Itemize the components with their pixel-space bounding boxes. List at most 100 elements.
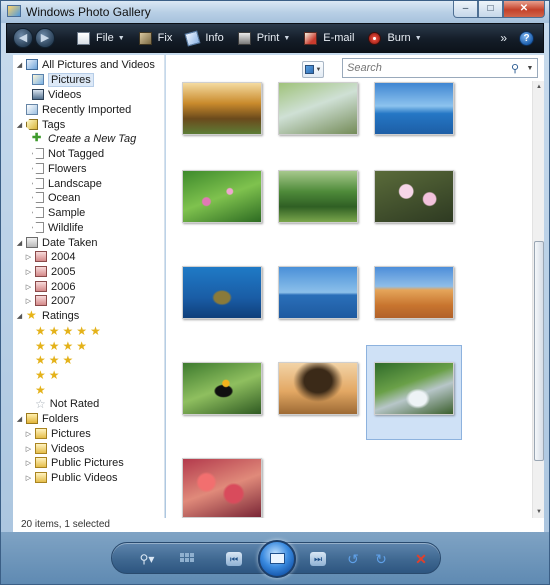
tree-recently-imported[interactable]: Recently Imported xyxy=(26,102,131,117)
tree-folder-pictures[interactable]: ▷ Pictures xyxy=(24,426,91,441)
tree-rating-5-stars[interactable]: ★ ★ ★ ★ ★ xyxy=(35,323,104,338)
info-button[interactable]: Info xyxy=(184,30,224,46)
thumbnail-red-coral-plant[interactable] xyxy=(182,458,262,518)
expand-arrow-icon[interactable]: ▷ xyxy=(24,430,33,438)
next-button[interactable]: ⏭ xyxy=(310,552,326,566)
thumbnail-autumn-landscape[interactable] xyxy=(182,82,262,135)
tree-videos[interactable]: Videos xyxy=(32,87,81,102)
thumbnail-tree-sunset[interactable] xyxy=(278,362,358,415)
tree-pictures[interactable]: Pictures xyxy=(32,72,94,87)
new-tag-icon: ✚ xyxy=(32,131,42,144)
info-icon xyxy=(184,30,201,46)
delete-icon[interactable]: ✕ xyxy=(412,551,430,567)
tree-tag-sample[interactable]: Sample xyxy=(32,205,85,220)
expand-arrow-icon[interactable]: ▷ xyxy=(24,459,33,467)
collapse-arrow-icon[interactable]: ◢ xyxy=(15,61,24,69)
search-input[interactable] xyxy=(343,59,507,77)
back-arrow-icon[interactable]: ◀ xyxy=(13,28,33,48)
thumbnail-sea-turtle[interactable] xyxy=(182,266,262,319)
collapse-arrow-icon[interactable]: ◢ xyxy=(15,121,24,129)
tree-label: 2004 xyxy=(51,250,76,263)
thumbnail-pane: ▼ ⚲ ▼ ▲ ▼ xyxy=(166,55,544,518)
file-menu-button[interactable]: File ▼ xyxy=(77,31,125,45)
close-button[interactable]: ✕ xyxy=(503,1,545,18)
tree-folder-public-pictures[interactable]: ▷ Public Pictures xyxy=(24,455,124,470)
collapse-arrow-icon[interactable]: ◢ xyxy=(15,239,24,247)
thumbnail-whale-tail[interactable] xyxy=(278,266,358,319)
tree-date-taken[interactable]: ◢ Date Taken xyxy=(15,235,98,250)
maximize-button[interactable]: □ xyxy=(478,1,503,18)
collapse-arrow-icon[interactable]: ◢ xyxy=(15,415,24,423)
tree-label: Landscape xyxy=(48,177,102,190)
star-icon: ★ xyxy=(48,338,60,353)
tree-ratings[interactable]: ◢ ★ Ratings xyxy=(15,308,80,323)
expand-arrow-icon[interactable]: ▷ xyxy=(24,445,33,453)
scroll-up-arrow-icon[interactable]: ▲ xyxy=(534,82,544,92)
vertical-scrollbar[interactable]: ▲ ▼ xyxy=(532,81,544,518)
rotate-clockwise-icon[interactable]: ↻ xyxy=(372,551,390,567)
tree-year-2007[interactable]: ▷ 2007 xyxy=(24,293,76,308)
forward-arrow-icon[interactable]: ▶ xyxy=(35,28,55,48)
tree-rating-4-stars[interactable]: ★ ★ ★ ★ xyxy=(35,338,90,353)
thumbnail-forest-path[interactable] xyxy=(278,170,358,223)
help-icon[interactable]: ? xyxy=(519,30,534,46)
tree-folder-videos[interactable]: ▷ Videos xyxy=(24,441,85,456)
expand-arrow-icon[interactable]: ▷ xyxy=(24,474,33,482)
star-icon: ★ xyxy=(90,323,101,338)
toolbar-overflow-button[interactable]: » xyxy=(500,31,507,45)
thumbnail-toucan[interactable] xyxy=(182,362,262,415)
fix-button[interactable]: Fix xyxy=(138,31,172,45)
actual-size-grid-icon[interactable] xyxy=(180,553,194,565)
scrollbar-thumb[interactable] xyxy=(534,241,544,461)
tree-rating-1-star[interactable]: ★ xyxy=(35,382,49,397)
tree-year-2006[interactable]: ▷ 2006 xyxy=(24,279,76,294)
print-menu-button[interactable]: Print ▼ xyxy=(237,31,290,45)
recently-imported-icon xyxy=(26,104,38,115)
minimize-button[interactable]: – xyxy=(453,1,478,18)
thumbnail-desert-oryx[interactable] xyxy=(374,266,454,319)
tree-label: Pictures xyxy=(51,427,91,440)
tree-year-2004[interactable]: ▷ 2004 xyxy=(24,249,76,264)
status-bar: 20 items, 1 selected xyxy=(13,518,544,532)
expand-arrow-icon[interactable]: ▷ xyxy=(24,283,33,291)
tree-rating-2-stars[interactable]: ★ ★ xyxy=(35,367,63,382)
tree-tag-not-tagged[interactable]: Not Tagged xyxy=(32,146,104,161)
tree-tag-ocean[interactable]: Ocean xyxy=(32,190,80,205)
thumbnail-waterfall[interactable] xyxy=(374,362,454,415)
tree-rating-3-stars[interactable]: ★ ★ ★ xyxy=(35,352,76,367)
email-button[interactable]: E-mail xyxy=(304,31,355,45)
burn-menu-button[interactable]: Burn ▼ xyxy=(368,31,422,45)
tree-tag-landscape[interactable]: Landscape xyxy=(32,176,102,191)
tree-tags[interactable]: ◢ Tags xyxy=(15,117,65,132)
previous-button[interactable]: ⏮ xyxy=(226,552,242,566)
tree-all-pictures-and-videos[interactable]: ◢ All Pictures and Videos xyxy=(15,57,155,72)
tree-label: Not Tagged xyxy=(48,147,105,160)
tree-create-new-tag[interactable]: ✚ Create a New Tag xyxy=(32,131,136,146)
email-label: E-mail xyxy=(323,32,355,44)
tree-folder-public-videos[interactable]: ▷ Public Videos xyxy=(24,470,118,485)
thumbnail-pink-orchid[interactable] xyxy=(374,170,454,223)
scroll-down-arrow-icon[interactable]: ▼ xyxy=(534,507,544,517)
thumbnail-creek[interactable] xyxy=(278,82,358,135)
tree-year-2005[interactable]: ▷ 2005 xyxy=(24,264,76,279)
play-slide-show-button[interactable] xyxy=(258,540,296,578)
zoom-icon[interactable]: ⚲▾ xyxy=(134,551,160,567)
expand-arrow-icon[interactable]: ▷ xyxy=(24,268,33,276)
search-dropdown-icon[interactable]: ▼ xyxy=(523,65,537,72)
thumbnail-green-plants-flowers[interactable] xyxy=(182,170,262,223)
tree-label: Wildlife xyxy=(48,221,84,234)
search-icon[interactable]: ⚲ xyxy=(507,62,523,75)
tree-label: Videos xyxy=(51,442,85,455)
tag-icon xyxy=(32,222,44,233)
view-options-button[interactable]: ▼ xyxy=(302,61,324,78)
collapse-arrow-icon[interactable]: ◢ xyxy=(15,312,24,320)
star-icon: ★ xyxy=(76,323,88,338)
rotate-counterclockwise-icon[interactable]: ↺ xyxy=(344,551,362,567)
thumbnail-ocean-island[interactable] xyxy=(374,82,454,135)
tree-not-rated[interactable]: ☆ Not Rated xyxy=(35,396,99,411)
expand-arrow-icon[interactable]: ▷ xyxy=(24,253,33,261)
tree-tag-wildlife[interactable]: Wildlife xyxy=(32,220,83,235)
tree-tag-flowers[interactable]: Flowers xyxy=(32,161,87,176)
expand-arrow-icon[interactable]: ▷ xyxy=(24,297,33,305)
tree-folders[interactable]: ◢ Folders xyxy=(15,411,79,426)
